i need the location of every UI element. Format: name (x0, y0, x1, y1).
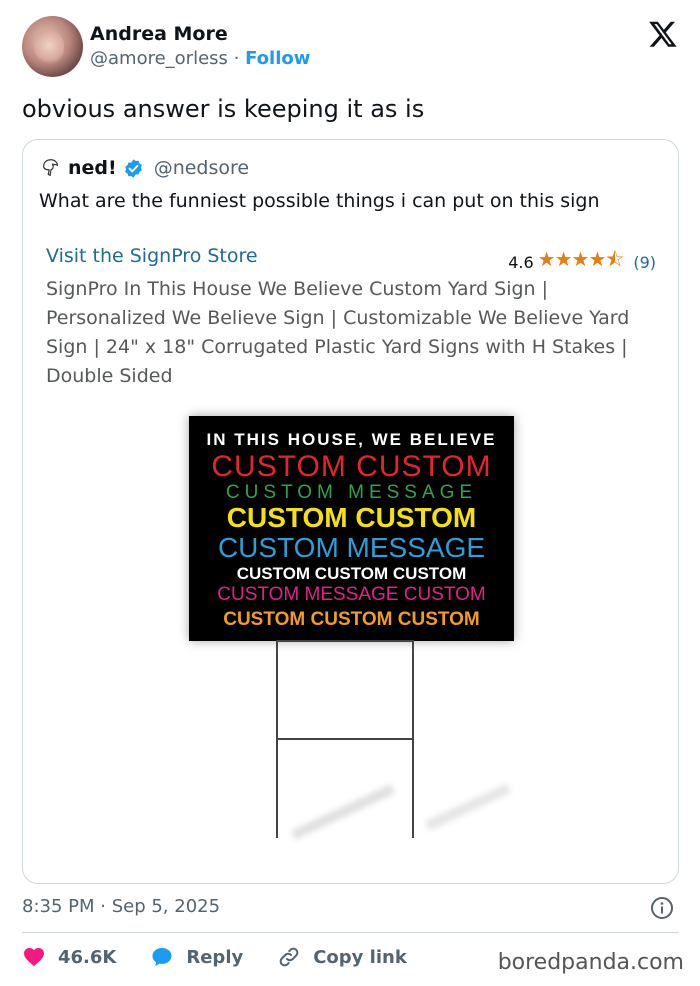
like-count: 46.6K (58, 946, 117, 968)
sign-board: IN THIS HOUSE, WE BELIEVE CUSTOM CUSTOM … (189, 416, 514, 641)
reply-button[interactable]: Reply (150, 945, 243, 969)
author-block: Andrea More @amore_orless · Follow (90, 22, 310, 72)
rating-value: 4.6 (508, 252, 534, 272)
rating-count[interactable]: (9) (633, 253, 656, 272)
sign-line: IN THIS HOUSE, WE BELIEVE (206, 430, 497, 449)
copy-link-label: Copy link (313, 946, 407, 968)
reply-label: Reply (186, 946, 244, 968)
info-icon[interactable] (650, 896, 674, 920)
tweet-timestamp[interactable]: 8:35 PM · Sep 5, 2025 (22, 895, 220, 919)
rating-stars-icon: ★★★★⯪ (537, 247, 625, 271)
verified-badge-icon (124, 158, 142, 178)
link-icon (279, 947, 299, 967)
quoted-handle[interactable]: @nedsore (154, 156, 249, 180)
h-stake-cross-bar (276, 738, 414, 740)
store-link[interactable]: Visit the SignPro Store (46, 245, 258, 267)
meta-separator: · (233, 48, 240, 69)
sign-line: CUSTOM CUSTOM CUSTOM (223, 609, 480, 630)
like-button[interactable]: 46.6K (22, 945, 116, 969)
sign-line: CUSTOM CUSTOM (211, 450, 492, 483)
sign-line: CUSTOM CUSTOM (226, 502, 477, 533)
author-meta: @amore_orless · Follow (90, 46, 310, 72)
sign-line: CUSTOM CUSTOM CUSTOM (236, 564, 467, 583)
sign-line: CUSTOM MESSAGE CUSTOM (217, 584, 486, 605)
h-stake-top-bar (276, 640, 414, 642)
action-bar: 46.6K Reply Copy link (22, 945, 441, 969)
sign-line: CUSTOM MESSAGE (217, 532, 486, 563)
x-logo-icon[interactable] (648, 19, 678, 49)
tweet-header: Andrea More @amore_orless · Follow (22, 16, 678, 78)
yard-sign-image: IN THIS HOUSE, WE BELIEVE CUSTOM CUSTOM … (183, 412, 523, 852)
author-handle[interactable]: @amore_orless (90, 48, 228, 69)
quoted-text: What are the funniest possible things i … (39, 190, 600, 212)
stake-shadow (425, 783, 511, 831)
copy-link-button[interactable]: Copy link (277, 945, 407, 969)
author-name[interactable]: Andrea More (90, 22, 310, 46)
follow-button[interactable]: Follow (245, 48, 310, 69)
quoted-header: ned! @nedsore (40, 156, 249, 180)
watermark: boredpanda.com (497, 950, 684, 975)
quoted-name[interactable]: ned! (68, 156, 117, 180)
author-avatar[interactable] (22, 16, 83, 77)
divider (22, 932, 679, 933)
tweet-text: obvious answer is keeping it as is (22, 95, 425, 123)
sign-line: CUSTOM MESSAGE (225, 482, 478, 503)
product-title: SignPro In This House We Believe Custom … (46, 278, 630, 387)
quoted-avatar-icon[interactable] (40, 157, 62, 179)
quoted-tweet[interactable]: ned! @nedsore What are the funniest poss… (22, 139, 679, 884)
product-rating: 4.6 ★★★★⯪ (9) (508, 245, 656, 279)
reply-bubble-icon (152, 948, 172, 966)
heart-icon (24, 948, 44, 967)
